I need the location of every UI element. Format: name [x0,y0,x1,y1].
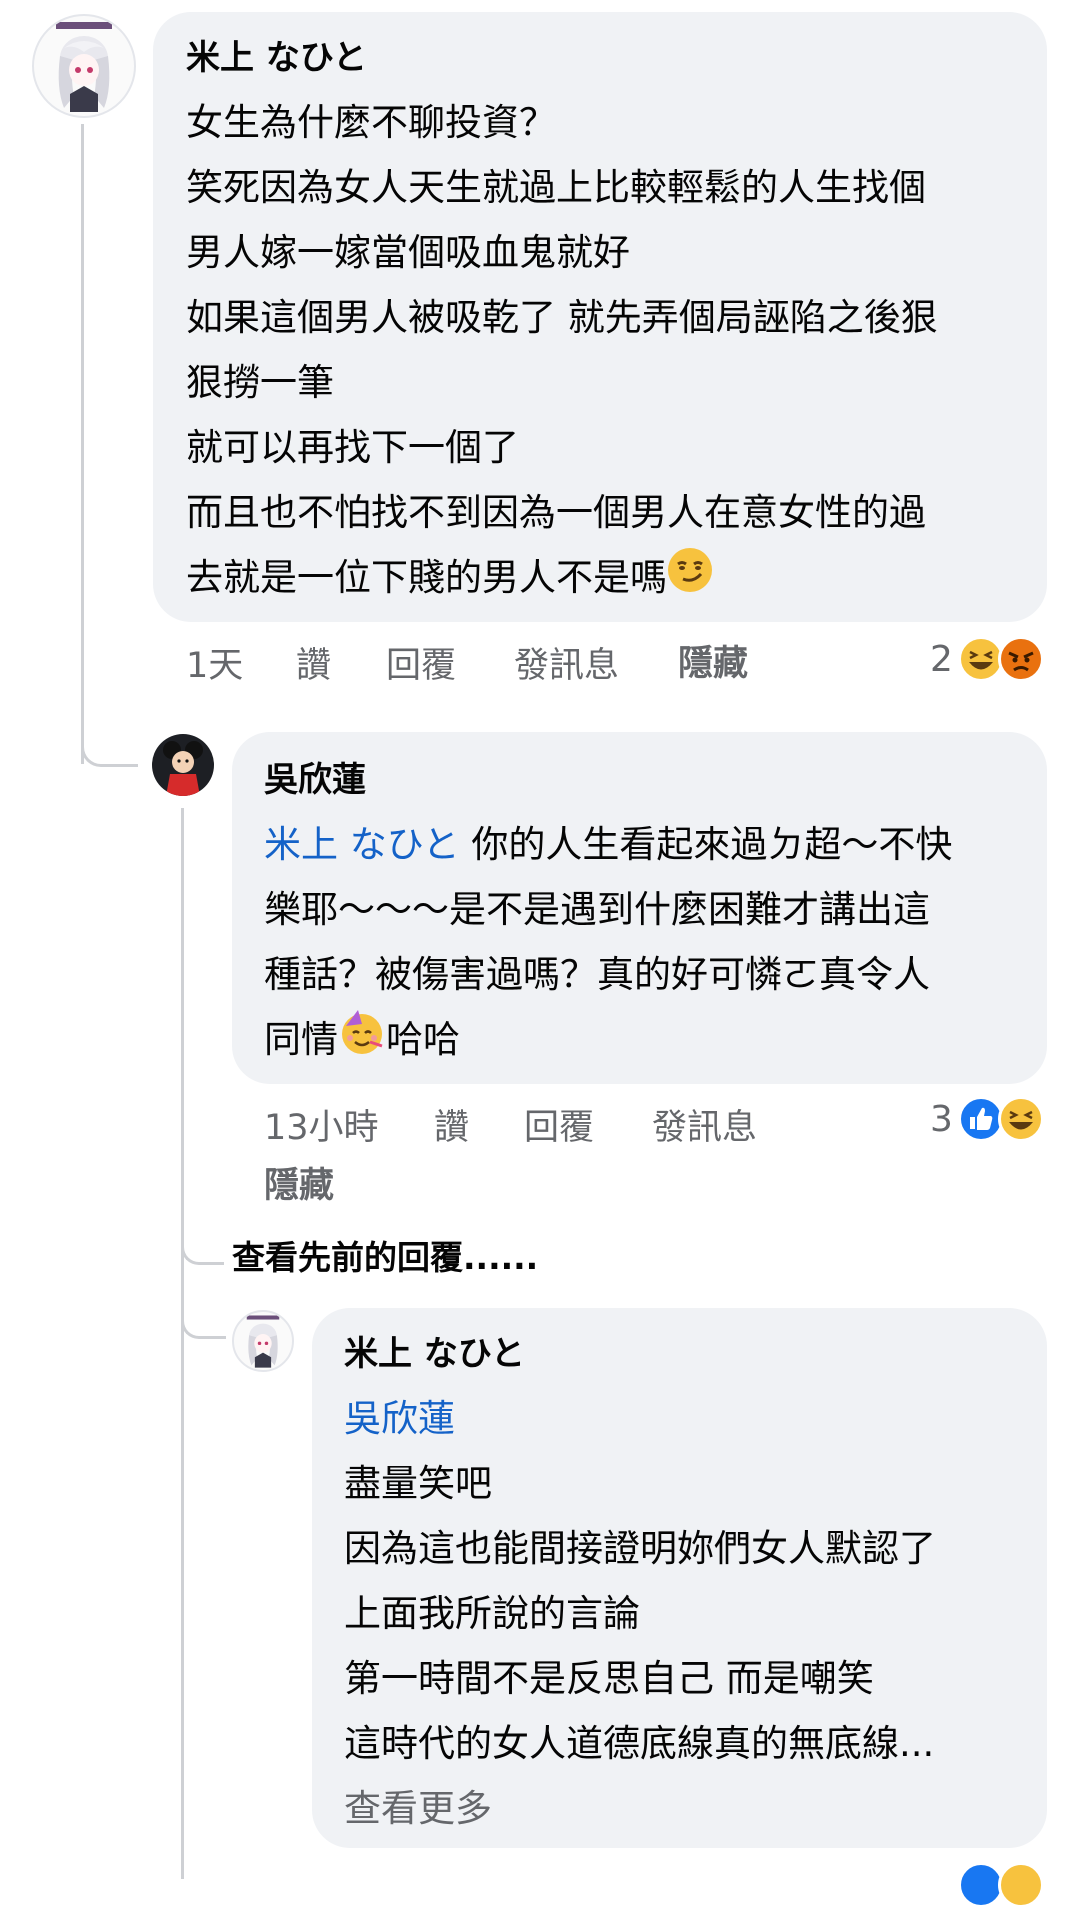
comment-line: 種話？被傷害過嗎？真的好可憐ㄛ真令人 [264,953,930,996]
comment-line: 而且也不怕找不到因為一個男人在意女性的過 [186,491,926,534]
comment-line: 第一時間不是反思自己 而是嘲笑 [344,1657,874,1700]
comment-line-text: 同情 [264,1018,338,1061]
mention-link[interactable]: 吳欣蓮 [344,1386,936,1451]
thread-line-sub [181,808,184,1879]
reply-button[interactable]: 回覆 [524,1108,594,1148]
comment-line: 笑死因為女人天生就過上比較輕鬆的人生找個 [186,166,926,209]
comment-line-text: 哈哈 [386,1018,460,1061]
laugh-emoji-icon [998,1096,1044,1142]
anime-avatar-icon [56,22,112,112]
comment-line: 樂耶～～～是不是遇到什麼困難才講出這 [264,888,930,931]
comment-line: 上面我所說的言論 [344,1592,640,1635]
comment-time[interactable]: 13小時 [264,1108,379,1148]
comment-body: 米上 なひと 你的人生看起來過ㄉ超～不快 樂耶～～～是不是遇到什麼困難才講出這 … [264,812,952,1076]
comment-line: 就可以再找下一個了 [186,426,519,469]
avatar[interactable] [232,1310,294,1372]
comment-line: 米上 なひと 你的人生看起來過ㄉ超～不快 [264,812,952,877]
comment-line: 女生為什麼不聊投資？ [186,101,556,144]
cartoon-avatar-icon [163,741,203,796]
comment-author[interactable]: 米上 なひと [344,1334,525,1374]
comment-line-text: 去就是一位下賤的男人不是嗎 [186,556,667,599]
comment-body: 吳欣蓮 盡量笑吧 因為這也能間接證明妳們女人默認了 上面我所說的言論 第一時間不… [344,1386,936,1841]
laugh-emoji-icon [998,1862,1044,1908]
comment-body: 女生為什麼不聊投資？ 笑死因為女人天生就過上比較輕鬆的人生找個 男人嫁一嫁當個吸… [186,90,938,613]
view-previous-replies-link[interactable]: 查看先前的回覆...... [232,1238,538,1278]
like-button[interactable]: 讚 [296,646,331,686]
thread-line-curve [81,720,138,767]
reaction-count[interactable]: 2 [930,640,953,680]
thread-line-curve-comment3 [181,1282,226,1339]
comment-line-last: 同情 哈哈 [264,1007,952,1076]
see-more-link[interactable]: 查看更多 [344,1776,936,1841]
message-button[interactable]: 發訊息 [652,1108,757,1148]
comment-author[interactable]: 吳欣蓮 [264,760,366,800]
comment-line: 男人嫁一嫁當個吸血鬼就好 [186,231,630,274]
comment-line-text: 你的人生看起來過ㄉ超～不快 [459,823,953,866]
comment-author[interactable]: 米上 なひと [186,38,367,78]
avatar[interactable] [152,734,214,796]
comment-time[interactable]: 1天 [186,646,243,686]
thread-line-curve-previous [181,1222,224,1265]
comment-line: 這時代的女人道德底線真的無底線... [344,1722,935,1765]
message-button[interactable]: 發訊息 [514,646,619,686]
angry-emoji-icon [998,636,1044,682]
hide-button[interactable]: 隱藏 [678,644,748,684]
smirk-emoji-icon [667,547,713,613]
hide-button[interactable]: 隱藏 [264,1166,334,1206]
party-face-emoji-icon [338,1008,386,1076]
comment-line: 因為這也能間接證明妳們女人默認了 [344,1527,936,1570]
mention-link[interactable]: 米上 なひと [264,823,460,866]
comment-line-last: 去就是一位下賤的男人不是嗎 [186,545,938,613]
thread-line-main [81,124,84,764]
like-button[interactable]: 讚 [434,1108,469,1148]
reaction-count[interactable]: 3 [930,1100,953,1140]
reply-button[interactable]: 回覆 [386,646,456,686]
anime-avatar-icon [246,1315,280,1368]
comment-line: 盡量笑吧 [344,1462,492,1505]
avatar[interactable] [32,14,136,118]
comment-line: 如果這個男人被吸乾了 就先弄個局誣陷之後狠 [186,296,938,339]
comment-line: 狠撈一筆 [186,361,334,404]
